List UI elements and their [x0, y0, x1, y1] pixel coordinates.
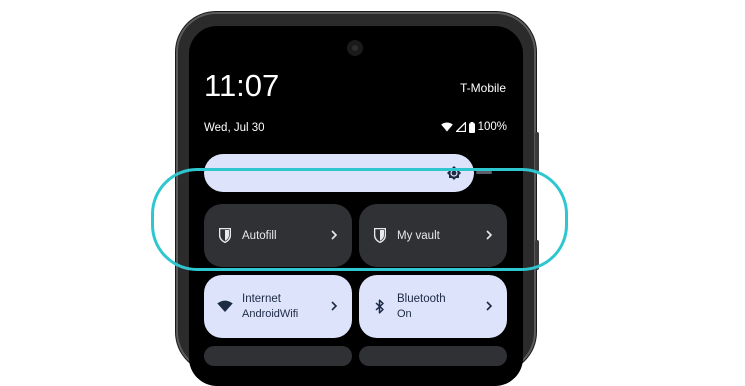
wifi-icon — [217, 299, 233, 315]
chevron-right-icon — [328, 298, 340, 314]
wifi-signal-icon — [440, 122, 453, 132]
clock: 11:07 — [204, 68, 280, 103]
highlight-outline — [151, 168, 568, 271]
bluetooth-label: Bluetooth — [397, 293, 446, 305]
bluetooth-status: On — [397, 308, 412, 320]
quick-tile[interactable] — [359, 346, 507, 366]
bluetooth-icon — [372, 299, 388, 315]
internet-status: AndroidWifi — [242, 308, 299, 320]
battery-percent: 100% — [477, 121, 507, 133]
carrier-label: T-Mobile — [459, 81, 506, 95]
status-icons: 100% — [440, 121, 507, 133]
battery-icon — [468, 121, 475, 133]
chevron-right-icon — [483, 298, 495, 314]
date-label: Wed, Jul 30 — [204, 122, 265, 134]
side-button — [535, 132, 539, 172]
quick-tile[interactable] — [204, 346, 352, 366]
bluetooth-tile[interactable]: Bluetooth On — [359, 275, 507, 338]
internet-label: Internet — [242, 293, 281, 305]
internet-tile[interactable]: Internet AndroidWifi — [204, 275, 352, 338]
cell-signal-icon — [455, 122, 466, 132]
front-camera — [347, 40, 363, 56]
